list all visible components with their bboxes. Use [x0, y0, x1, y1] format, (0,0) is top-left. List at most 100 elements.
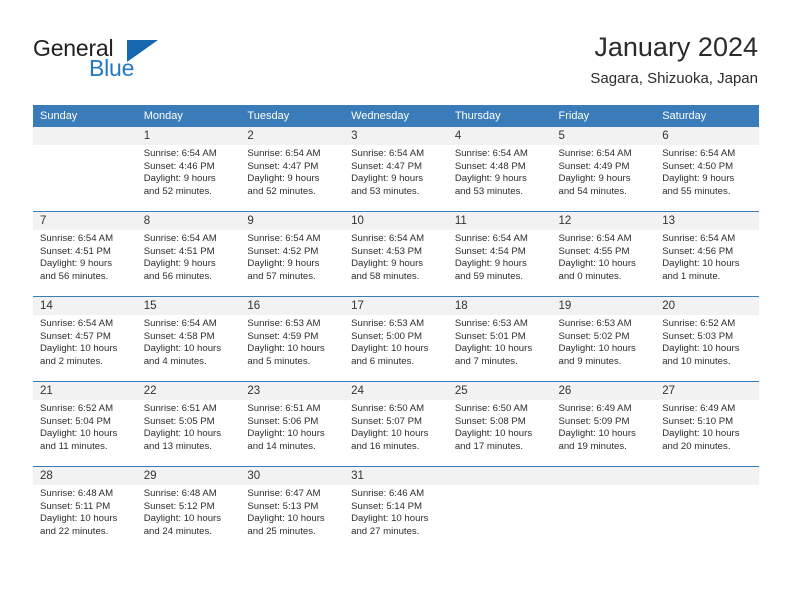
day-number	[551, 467, 656, 485]
calendar-day-cell[interactable]: 26 Sunrise: 6:49 AM Sunset: 5:09 PM Dayligh…	[551, 381, 656, 467]
sunset-text: Sunset: 4:58 PM	[143, 330, 215, 342]
daylight-text-line2: and 10 minutes.	[662, 355, 731, 367]
daylight-text-line2: and 52 minutes.	[143, 185, 212, 197]
sunrise-text: Sunrise: 6:54 AM	[558, 233, 632, 244]
calendar-day-cell[interactable]: 30 Sunrise: 6:47 AM Sunset: 5:13 PM Dayligh…	[240, 466, 345, 551]
calendar-day-cell[interactable]: 15 Sunrise: 6:54 AM Sunset: 4:58 PM Dayligh…	[136, 296, 241, 382]
day-info: Sunrise: 6:46 AM Sunset: 5:14 PM Daylight:…	[344, 485, 448, 538]
sunset-text: Sunset: 4:59 PM	[247, 330, 319, 342]
day-number: 11	[447, 212, 552, 230]
calendar-day-cell[interactable]: 3 Sunrise: 6:54 AM Sunset: 4:47 PM Daylight…	[344, 127, 448, 212]
weekday-header-thursday: Thursday	[447, 105, 552, 127]
daylight-text-line1: Daylight: 10 hours	[143, 343, 222, 355]
sunrise-text: Sunrise: 6:54 AM	[247, 233, 321, 244]
day-number: 5	[551, 127, 656, 145]
calendar-day-cell[interactable]: 11 Sunrise: 6:54 AM Sunset: 4:54 PM Dayligh…	[447, 211, 552, 297]
calendar-day-cell-empty	[447, 466, 552, 551]
day-info: Sunrise: 6:54 AM Sunset: 4:54 PM Daylight:…	[448, 230, 552, 283]
sunrise-text: Sunrise: 6:54 AM	[40, 233, 114, 244]
calendar-day-cell[interactable]: 29 Sunrise: 6:48 AM Sunset: 5:12 PM Dayligh…	[136, 466, 241, 551]
weekday-header-sunday: Sunday	[33, 105, 137, 127]
calendar-day-cell[interactable]: 10 Sunrise: 6:54 AM Sunset: 4:53 PM Dayligh…	[344, 211, 448, 297]
calendar-day-cell[interactable]: 7 Sunrise: 6:54 AM Sunset: 4:51 PM Daylight…	[33, 211, 137, 297]
calendar-day-cell-empty	[33, 127, 137, 212]
sunset-text: Sunset: 4:47 PM	[247, 160, 319, 172]
day-info: Sunrise: 6:53 AM Sunset: 5:02 PM Daylight:…	[552, 315, 656, 368]
sunrise-text: Sunrise: 6:49 AM	[558, 403, 632, 414]
day-info: Sunrise: 6:54 AM Sunset: 4:55 PM Daylight:…	[552, 230, 656, 283]
calendar-day-cell[interactable]: 25 Sunrise: 6:50 AM Sunset: 5:08 PM Dayligh…	[447, 381, 552, 467]
day-number: 17	[344, 297, 448, 315]
sunset-text: Sunset: 5:06 PM	[247, 415, 319, 427]
sunrise-text: Sunrise: 6:54 AM	[143, 318, 217, 329]
sunset-text: Sunset: 4:52 PM	[247, 245, 319, 257]
calendar-header-row: Sunday Monday Tuesday Wednesday Thursday…	[33, 105, 759, 127]
calendar-day-cell[interactable]: 28 Sunrise: 6:48 AM Sunset: 5:11 PM Dayligh…	[33, 466, 137, 551]
calendar-day-cell[interactable]: 24 Sunrise: 6:50 AM Sunset: 5:07 PM Dayligh…	[344, 381, 448, 467]
sunset-text: Sunset: 4:46 PM	[143, 160, 215, 172]
calendar-day-cell[interactable]: 6 Sunrise: 6:54 AM Sunset: 4:50 PM Daylight…	[655, 127, 759, 212]
daylight-text-line2: and 4 minutes.	[143, 355, 207, 367]
calendar-day-cell[interactable]: 31 Sunrise: 6:46 AM Sunset: 5:14 PM Dayligh…	[344, 466, 448, 551]
calendar-day-cell[interactable]: 13 Sunrise: 6:54 AM Sunset: 4:56 PM Dayligh…	[655, 211, 759, 297]
daylight-text-line1: Daylight: 10 hours	[558, 343, 636, 355]
calendar-day-cell[interactable]: 21 Sunrise: 6:52 AM Sunset: 5:04 PM Dayligh…	[33, 381, 137, 467]
daylight-text-line1: Daylight: 10 hours	[143, 428, 222, 440]
day-number: 3	[344, 127, 448, 145]
daylight-text-line2: and 57 minutes.	[247, 270, 316, 282]
calendar-day-cell[interactable]: 16 Sunrise: 6:53 AM Sunset: 4:59 PM Dayligh…	[240, 296, 345, 382]
day-info: Sunrise: 6:54 AM Sunset: 4:51 PM Daylight:…	[33, 230, 137, 283]
calendar-day-cell[interactable]: 12 Sunrise: 6:54 AM Sunset: 4:55 PM Dayligh…	[551, 211, 656, 297]
calendar-day-cell[interactable]: 19 Sunrise: 6:53 AM Sunset: 5:02 PM Dayligh…	[551, 296, 656, 382]
daylight-text-line2: and 2 minutes.	[40, 355, 103, 367]
calendar-day-cell[interactable]: 17 Sunrise: 6:53 AM Sunset: 5:00 PM Dayligh…	[344, 296, 448, 382]
daylight-text-line2: and 54 minutes.	[558, 185, 627, 197]
sunset-text: Sunset: 4:53 PM	[351, 245, 423, 257]
day-number: 26	[551, 382, 656, 400]
daylight-text-line2: and 56 minutes.	[143, 270, 212, 282]
sunset-text: Sunset: 4:55 PM	[558, 245, 630, 257]
daylight-text-line2: and 59 minutes.	[454, 270, 524, 282]
calendar-body: 1 Sunrise: 6:54 AM Sunset: 4:46 PM Daylight…	[33, 127, 759, 551]
calendar-day-cell[interactable]: 2 Sunrise: 6:54 AM Sunset: 4:47 PM Daylight…	[240, 127, 345, 212]
calendar-week-row: 1 Sunrise: 6:54 AM Sunset: 4:46 PM Daylight…	[33, 127, 759, 212]
sunset-text: Sunset: 5:08 PM	[454, 415, 526, 427]
daylight-text-line1: Daylight: 9 hours	[662, 173, 735, 185]
day-info: Sunrise: 6:52 AM Sunset: 5:04 PM Daylight:…	[33, 400, 137, 453]
calendar-day-cell[interactable]: 18 Sunrise: 6:53 AM Sunset: 5:01 PM Dayligh…	[447, 296, 552, 382]
day-info: Sunrise: 6:54 AM Sunset: 4:48 PM Daylight:…	[448, 145, 552, 198]
calendar-day-cell[interactable]: 4 Sunrise: 6:54 AM Sunset: 4:48 PM Daylight…	[447, 127, 552, 212]
daylight-text-line1: Daylight: 9 hours	[247, 258, 320, 270]
day-number: 16	[240, 297, 345, 315]
day-info: Sunrise: 6:50 AM Sunset: 5:08 PM Daylight:…	[448, 400, 552, 453]
daylight-text-line2: and 55 minutes.	[662, 185, 731, 197]
daylight-text-line1: Daylight: 10 hours	[40, 513, 118, 525]
day-number: 24	[344, 382, 448, 400]
calendar-day-cell[interactable]: 27 Sunrise: 6:49 AM Sunset: 5:10 PM Dayligh…	[655, 381, 759, 467]
calendar-day-cell[interactable]: 14 Sunrise: 6:54 AM Sunset: 4:57 PM Dayligh…	[33, 296, 137, 382]
daylight-text-line2: and 6 minutes.	[351, 355, 415, 367]
calendar-day-cell[interactable]: 22 Sunrise: 6:51 AM Sunset: 5:05 PM Dayligh…	[136, 381, 241, 467]
calendar-week-row: 28 Sunrise: 6:48 AM Sunset: 5:11 PM Dayligh…	[33, 466, 759, 551]
calendar-day-cell[interactable]: 8 Sunrise: 6:54 AM Sunset: 4:51 PM Daylight…	[136, 211, 241, 297]
calendar-day-cell[interactable]: 23 Sunrise: 6:51 AM Sunset: 5:06 PM Dayligh…	[240, 381, 345, 467]
day-info: Sunrise: 6:54 AM Sunset: 4:47 PM Daylight:…	[344, 145, 448, 198]
calendar-day-cell[interactable]: 20 Sunrise: 6:52 AM Sunset: 5:03 PM Dayligh…	[655, 296, 759, 382]
day-number	[33, 127, 137, 145]
day-number: 28	[33, 467, 137, 485]
page-header: General Blue January 2024 Sagara, Shizuo…	[0, 0, 792, 104]
calendar-day-cell[interactable]: 1 Sunrise: 6:54 AM Sunset: 4:46 PM Daylight…	[136, 127, 241, 212]
day-info: Sunrise: 6:51 AM Sunset: 5:06 PM Daylight:…	[240, 400, 344, 453]
daylight-text-line1: Daylight: 9 hours	[351, 258, 424, 270]
sunset-text: Sunset: 5:04 PM	[40, 415, 111, 427]
calendar-day-cell[interactable]: 5 Sunrise: 6:54 AM Sunset: 4:49 PM Daylight…	[551, 127, 656, 212]
daylight-text-line1: Daylight: 10 hours	[247, 428, 325, 440]
general-blue-logo[interactable]: General Blue	[33, 36, 223, 88]
day-info: Sunrise: 6:51 AM Sunset: 5:05 PM Daylight:…	[137, 400, 241, 453]
sunrise-text: Sunrise: 6:52 AM	[662, 318, 736, 329]
calendar-day-cell[interactable]: 9 Sunrise: 6:54 AM Sunset: 4:52 PM Daylight…	[240, 211, 345, 297]
day-number: 9	[240, 212, 345, 230]
day-info: Sunrise: 6:47 AM Sunset: 5:13 PM Daylight:…	[240, 485, 344, 538]
day-number: 2	[240, 127, 345, 145]
day-number: 14	[33, 297, 137, 315]
